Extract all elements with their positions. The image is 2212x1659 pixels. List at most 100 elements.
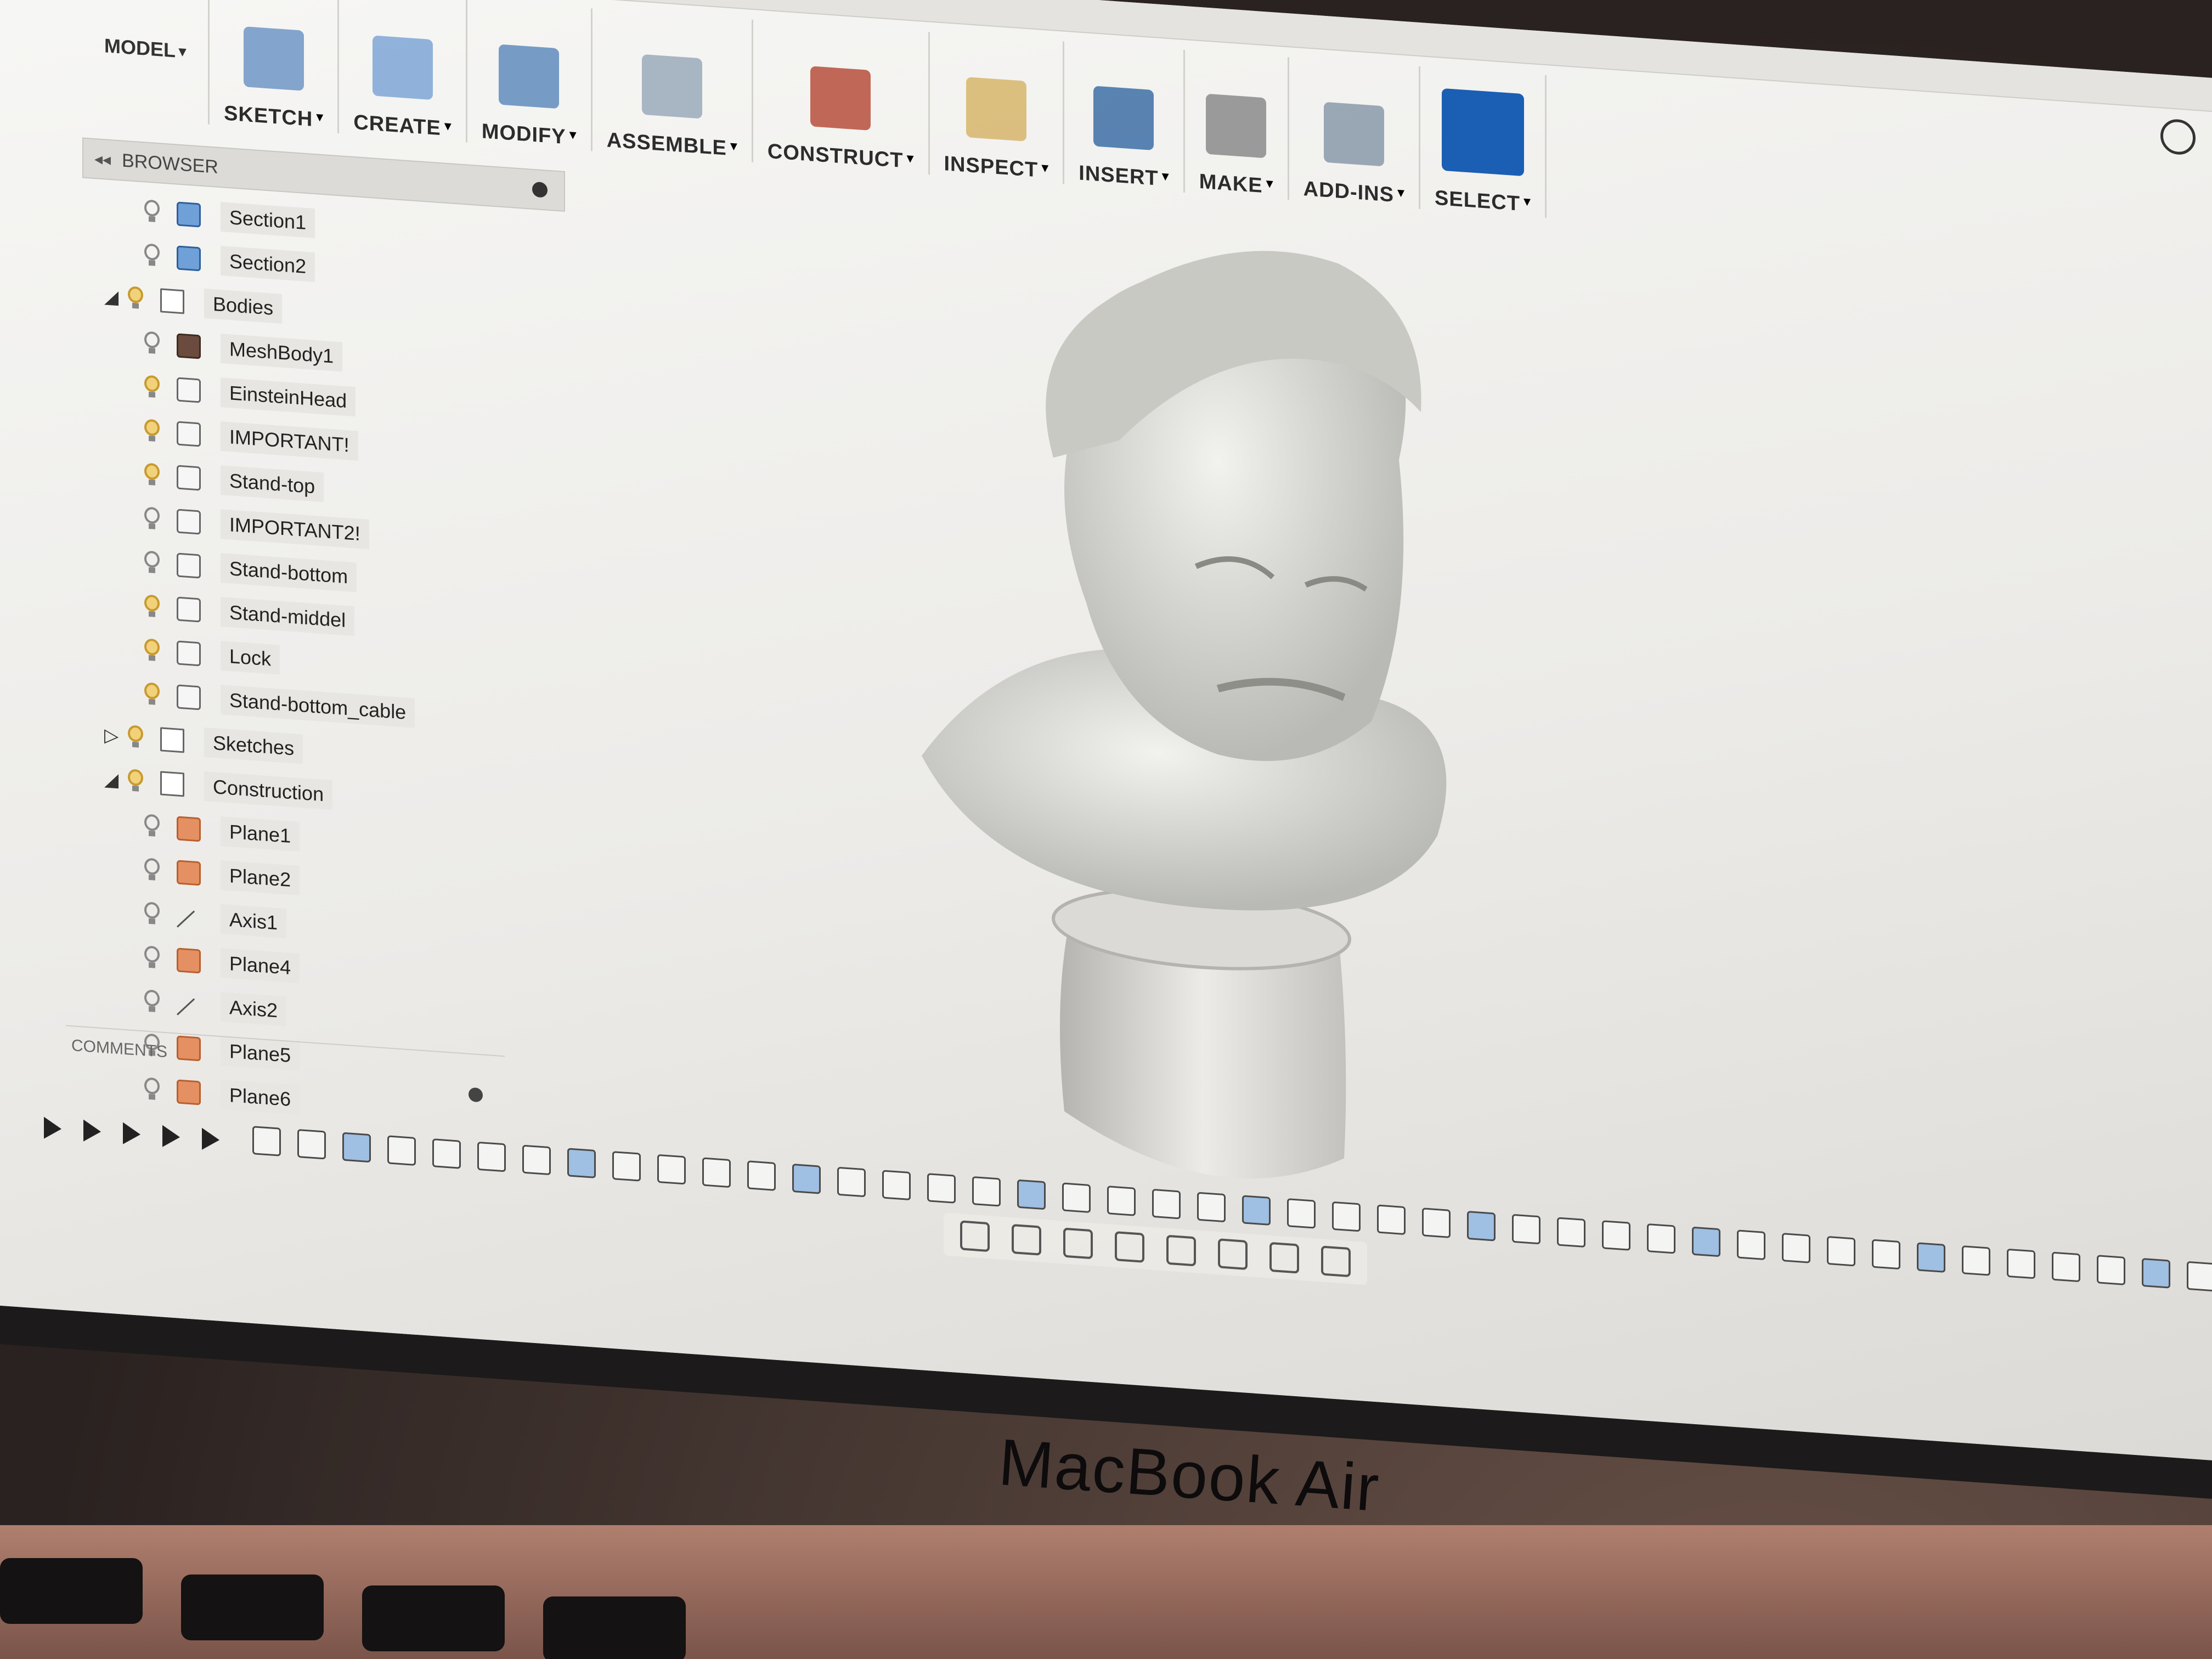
- timeline-feature-icon[interactable]: [837, 1166, 866, 1198]
- browser-item-stand-bottom[interactable]: Stand-bottom: [143, 544, 357, 595]
- expand-arrow-icon[interactable]: ▷: [104, 724, 126, 748]
- timeline-feature-icon[interactable]: [1107, 1186, 1136, 1216]
- go-to-start-icon[interactable]: [44, 1116, 61, 1140]
- timeline-feature-icon[interactable]: [1377, 1204, 1406, 1235]
- timeline-feature-icon[interactable]: [747, 1160, 776, 1191]
- toolbar-group-inspect[interactable]: INSPECT ▾: [929, 32, 1065, 184]
- visibility-bulb-icon[interactable]: [143, 682, 161, 707]
- timeline-feature-icon[interactable]: [342, 1132, 371, 1163]
- toolbar-group-make[interactable]: MAKE ▾: [1184, 50, 1289, 200]
- timeline-feature-icon[interactable]: [2142, 1257, 2170, 1289]
- browser-item-important-[interactable]: IMPORTANT!: [143, 413, 358, 464]
- timeline-feature-icon[interactable]: [477, 1141, 506, 1172]
- timeline-feature-icon[interactable]: [1242, 1195, 1271, 1226]
- timeline-feature-icon[interactable]: [432, 1138, 461, 1169]
- assemble-icon[interactable]: [641, 54, 702, 119]
- visibility-bulb-icon[interactable]: [143, 901, 161, 927]
- visibility-bulb-icon[interactable]: [143, 419, 161, 444]
- browser-item-axis1[interactable]: Axis1: [143, 895, 287, 941]
- timeline-feature-icon[interactable]: [1422, 1207, 1451, 1238]
- modify-icon[interactable]: [499, 44, 560, 109]
- visibility-bulb-icon[interactable]: [143, 945, 161, 970]
- visibility-bulb-icon[interactable]: [143, 638, 161, 663]
- visibility-bulb-icon[interactable]: [143, 594, 161, 619]
- visibility-bulb-icon[interactable]: [143, 462, 161, 488]
- add-ins-icon[interactable]: [1323, 101, 1384, 167]
- timeline-feature-icon[interactable]: [1512, 1214, 1541, 1245]
- insert-icon[interactable]: [1093, 86, 1154, 151]
- timeline-feature-icon[interactable]: [2007, 1248, 2035, 1279]
- browser-item-stand-top[interactable]: Stand-top: [143, 456, 324, 505]
- timeline-feature-icon[interactable]: [2052, 1251, 2080, 1283]
- browser-item-lock[interactable]: Lock: [143, 632, 280, 678]
- browser-item-meshbody1[interactable]: MeshBody1: [143, 325, 343, 375]
- timeline-feature-icon[interactable]: [972, 1176, 1001, 1207]
- timeline-feature-icon[interactable]: [1782, 1233, 1810, 1263]
- browser-item-section2[interactable]: Section2: [143, 237, 315, 285]
- visibility-bulb-icon[interactable]: [143, 331, 161, 356]
- timeline-feature-icon[interactable]: [1737, 1229, 1765, 1261]
- inspect-icon[interactable]: [966, 77, 1026, 142]
- timeline-feature-icon[interactable]: [702, 1157, 731, 1188]
- sketch-icon[interactable]: [243, 26, 304, 91]
- toolbar-group-modify[interactable]: MODIFY ▾: [467, 0, 592, 151]
- visibility-bulb-icon[interactable]: [143, 199, 161, 224]
- visibility-bulb-icon[interactable]: [126, 725, 145, 750]
- visibility-bulb-icon[interactable]: [143, 857, 161, 883]
- visibility-bulb-icon[interactable]: [143, 550, 161, 575]
- visibility-bulb-icon[interactable]: [143, 1077, 161, 1102]
- browser-item-einsteinhead[interactable]: EinsteinHead: [143, 369, 356, 420]
- visibility-bulb-icon[interactable]: [143, 989, 161, 1014]
- toolbar-group-assemble[interactable]: ASSEMBLE ▾: [592, 8, 753, 163]
- workspace-switcher[interactable]: MODEL ▾: [82, 0, 210, 125]
- toolbar-group-insert[interactable]: INSERT ▾: [1064, 41, 1185, 193]
- go-to-end-icon[interactable]: [202, 1127, 219, 1151]
- toolbar-group-sketch[interactable]: SKETCH ▾: [210, 0, 340, 134]
- timeline-feature-icon[interactable]: [1602, 1220, 1630, 1251]
- timeline-feature-icon[interactable]: [2187, 1261, 2212, 1292]
- browser-item-important2-[interactable]: IMPORTANT2!: [143, 500, 369, 552]
- browser-item-plane1[interactable]: Plane1: [143, 808, 300, 855]
- collapse-icon[interactable]: ◂◂: [94, 149, 111, 170]
- timeline-feature-icon[interactable]: [387, 1135, 416, 1166]
- browser-item-plane4[interactable]: Plane4: [143, 939, 300, 986]
- browser-item-axis2[interactable]: Axis2: [143, 983, 287, 1029]
- timeline-feature-icon[interactable]: [792, 1163, 821, 1194]
- visibility-bulb-icon[interactable]: [143, 243, 161, 268]
- timeline-feature-icon[interactable]: [927, 1173, 956, 1204]
- timeline-feature-icon[interactable]: [1872, 1239, 1900, 1270]
- browser-item-construction[interactable]: ◢ Construction: [104, 761, 333, 813]
- timeline-feature-icon[interactable]: [297, 1128, 326, 1160]
- browser-item-bodies[interactable]: ◢ Bodies: [104, 278, 283, 327]
- timeline-feature-icon[interactable]: [657, 1154, 686, 1185]
- timeline-feature-icon[interactable]: [1917, 1242, 1945, 1273]
- toolbar-group-create[interactable]: CREATE ▾: [339, 0, 467, 143]
- timeline-feature-icon[interactable]: [522, 1144, 551, 1176]
- timeline-feature-icon[interactable]: [612, 1151, 641, 1182]
- browser-item-sketches[interactable]: ▷ Sketches: [104, 717, 303, 767]
- select-icon[interactable]: [1441, 88, 1524, 177]
- toolbar-group-select[interactable]: SELECT ▾: [1420, 66, 1547, 218]
- visibility-bulb-icon[interactable]: [143, 814, 161, 839]
- timeline-feature-icon[interactable]: [1467, 1210, 1496, 1242]
- timeline-feature-icon[interactable]: [2097, 1255, 2125, 1285]
- toolbar-group-construct[interactable]: CONSTRUCT ▾: [753, 20, 930, 175]
- collapse-arrow-icon[interactable]: ◢: [104, 768, 126, 792]
- timeline-feature-icon[interactable]: [1332, 1201, 1361, 1232]
- step-forward-icon[interactable]: [162, 1125, 180, 1148]
- timeline-feature-icon[interactable]: [567, 1148, 596, 1178]
- make-icon[interactable]: [1206, 93, 1267, 159]
- timeline-feature-icon[interactable]: [1827, 1235, 1855, 1267]
- timeline-feature-icon[interactable]: [1692, 1226, 1720, 1257]
- collapse-arrow-icon[interactable]: ◢: [104, 285, 126, 309]
- timeline-feature-icon[interactable]: [1962, 1245, 1990, 1276]
- pin-icon[interactable]: [532, 181, 548, 198]
- timeline-feature-icon[interactable]: [882, 1170, 911, 1201]
- create-icon[interactable]: [372, 35, 433, 100]
- construct-icon[interactable]: [810, 66, 871, 131]
- visibility-bulb-icon[interactable]: [126, 286, 145, 311]
- timeline-feature-icon[interactable]: [1017, 1179, 1046, 1210]
- step-back-icon[interactable]: [83, 1119, 101, 1143]
- toolbar-group-add-ins[interactable]: ADD-INS ▾: [1289, 57, 1421, 210]
- timeline-feature-icon[interactable]: [1197, 1192, 1226, 1223]
